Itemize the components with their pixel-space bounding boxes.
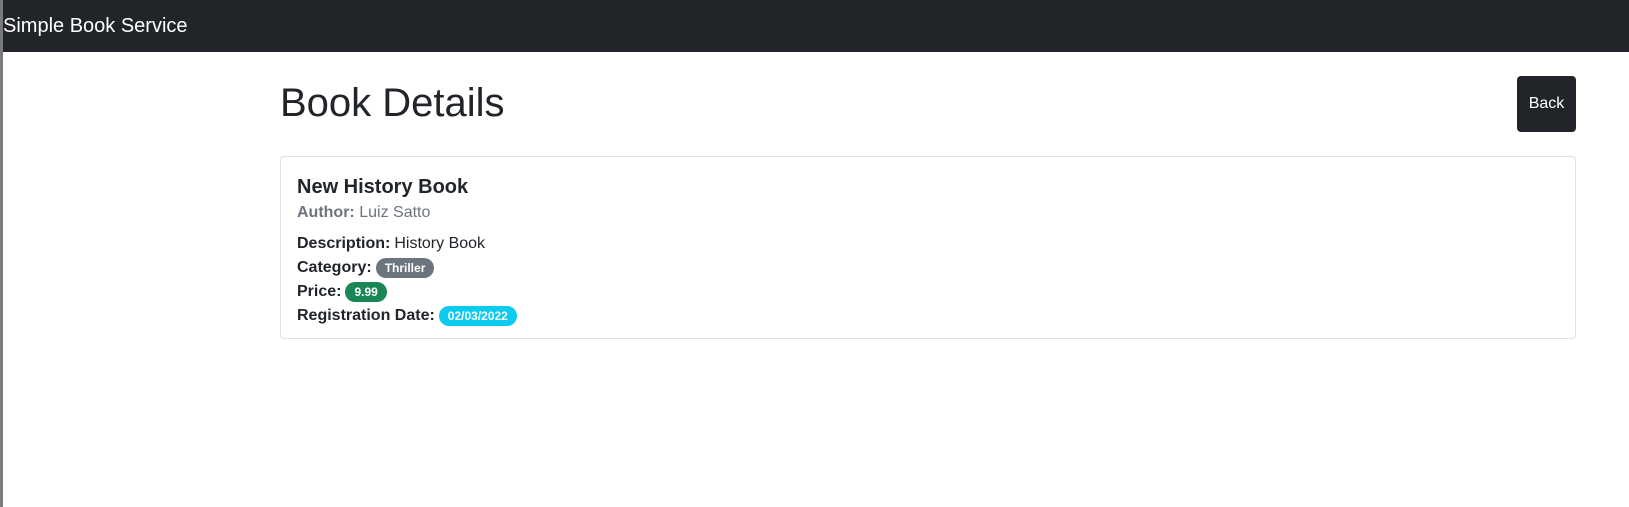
author-value: Luiz Satto	[359, 204, 431, 221]
category-badge: Thriller	[375, 258, 435, 279]
book-detail-list: Description: History Book Category: Thri…	[297, 232, 1559, 328]
price-badge: 9.99	[345, 282, 387, 303]
registration-date-badge: 02/03/2022	[438, 306, 517, 327]
registration-date-label: Registration Date:	[297, 307, 435, 325]
top-navbar: Simple Book Service	[3, 0, 1629, 52]
window-left-edge	[0, 0, 3, 507]
price-line: Price: 9.99	[297, 280, 1559, 304]
category-line: Category: Thriller	[297, 256, 1559, 280]
main-container: Book Details Back New History Book Autho…	[280, 52, 1576, 339]
page-title: Book Details	[280, 81, 505, 125]
price-label: Price:	[297, 283, 342, 301]
category-label: Category:	[297, 259, 372, 277]
page-header: Book Details Back	[280, 52, 1576, 156]
description-line: Description: History Book	[297, 232, 1559, 256]
book-title: New History Book	[297, 176, 469, 198]
back-button[interactable]: Back	[1517, 76, 1576, 132]
navbar-brand[interactable]: Simple Book Service	[3, 16, 188, 36]
author-label: Author:	[297, 204, 355, 221]
book-author-line: Author: Luiz Satto	[297, 203, 1559, 222]
card-body: New History Book Author: Luiz Satto Desc…	[281, 157, 1575, 344]
description-value: History Book	[394, 235, 486, 253]
book-details-card: New History Book Author: Luiz Satto Desc…	[280, 156, 1576, 339]
description-label: Description:	[297, 235, 391, 253]
registration-date-line: Registration Date: 02/03/2022	[297, 304, 1559, 328]
